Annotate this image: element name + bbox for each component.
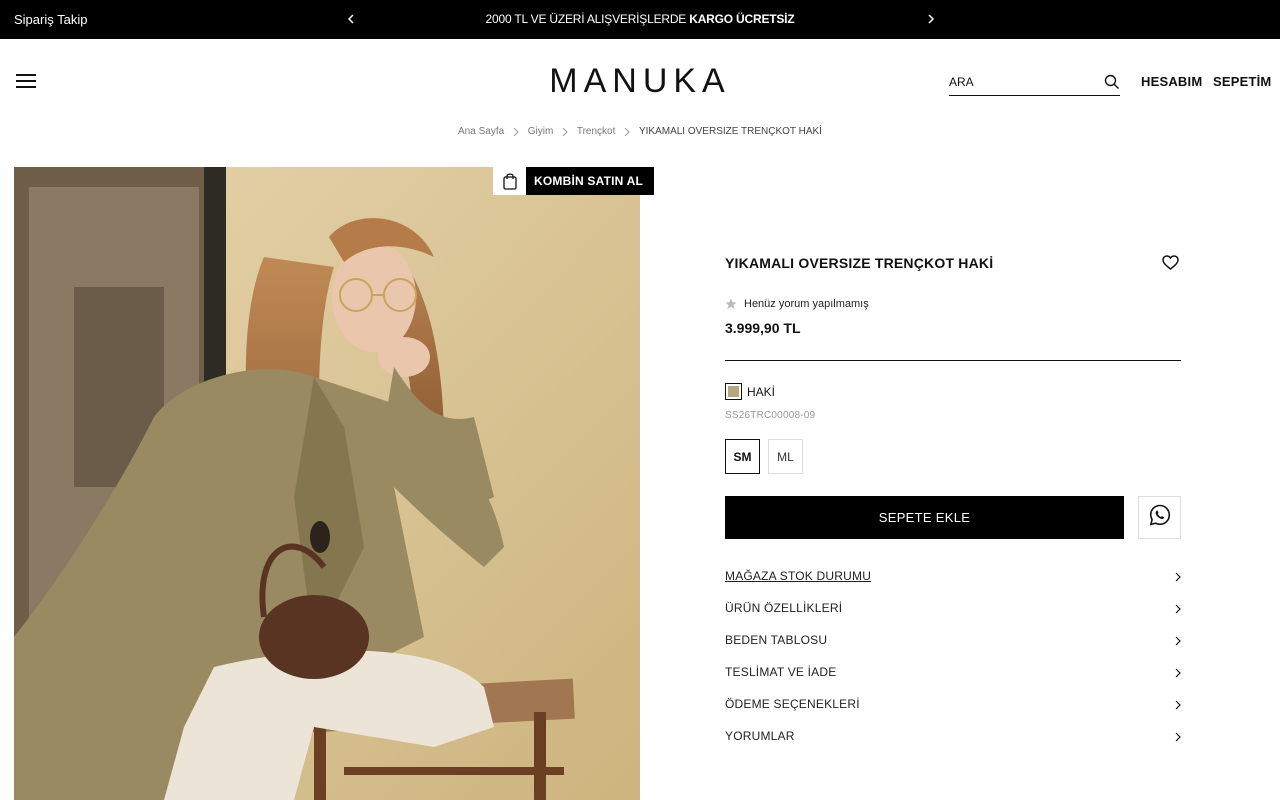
accordion-store-stock[interactable]: MAĞAZA STOK DURUMU xyxy=(725,566,1181,586)
accordion-label: ÜRÜN ÖZELLİKLERİ xyxy=(725,601,843,615)
announcement-bar: Sipariş Takip 2000 TL VE ÜZERİ ALIŞVERİŞ… xyxy=(0,0,1280,39)
breadcrumb: Ana Sayfa Giyim Trençkot YIKAMALI OVERSI… xyxy=(0,126,1280,137)
brand-logo[interactable]: MANUKA xyxy=(520,62,760,101)
accordion-label: MAĞAZA STOK DURUMU xyxy=(725,569,872,583)
accordion-label: TESLİMAT VE İADE xyxy=(725,665,837,679)
cart-link[interactable]: SEPETİM xyxy=(1213,74,1271,89)
size-option-sm[interactable]: SM xyxy=(725,439,760,474)
rating-text: Henüz yorum yapılmamış xyxy=(744,298,869,310)
product-price: 3.999,90 TL xyxy=(725,320,801,336)
accordion-delivery-returns[interactable]: TESLİMAT VE İADE xyxy=(725,662,1181,682)
search-input[interactable] xyxy=(949,72,1089,92)
chevron-right-icon xyxy=(1175,667,1181,678)
rating-summary: Henüz yorum yapılmamış xyxy=(725,298,869,310)
accordion-payment-options[interactable]: ÖDEME SEÇENEKLERİ xyxy=(725,694,1181,714)
add-to-cart-button[interactable]: SEPETE EKLE xyxy=(725,496,1124,539)
announcement-text: 2000 TL VE ÜZERİ ALIŞVERİŞLERDE xyxy=(485,12,687,26)
breadcrumb-clothing[interactable]: Giyim xyxy=(528,126,554,137)
color-option[interactable]: HAKİ xyxy=(725,383,775,400)
account-link[interactable]: HESABIM xyxy=(1141,74,1202,89)
search-icon[interactable] xyxy=(1104,74,1120,90)
chevron-right-icon xyxy=(1175,571,1181,582)
product-title: YIKAMALI OVERSIZE TRENÇKOT HAKİ xyxy=(725,255,994,271)
shopping-bag-icon xyxy=(493,167,526,195)
whatsapp-icon xyxy=(1149,504,1171,531)
color-swatch[interactable] xyxy=(725,383,742,400)
product-sku: SS26TRC00008-09 xyxy=(725,410,816,421)
accordion-reviews[interactable]: YORUMLAR xyxy=(725,726,1181,746)
buy-combo-button[interactable]: KOMBİN SATIN AL xyxy=(493,167,654,195)
announcement-message: 2000 TL VE ÜZERİ ALIŞVERİŞLERDE KARGO ÜC… xyxy=(360,12,920,26)
chevron-right-icon xyxy=(624,127,630,137)
chevron-right-icon xyxy=(1175,731,1181,742)
order-tracking-link[interactable]: Sipariş Takip xyxy=(14,12,87,27)
breadcrumb-home[interactable]: Ana Sayfa xyxy=(458,126,504,137)
divider xyxy=(725,360,1181,361)
accordion-label: ÖDEME SEÇENEKLERİ xyxy=(725,697,860,711)
chevron-left-icon[interactable] xyxy=(344,10,358,28)
chevron-right-icon[interactable] xyxy=(924,10,938,28)
color-name: HAKİ xyxy=(747,384,776,399)
chevron-right-icon xyxy=(1175,699,1181,710)
size-option-ml[interactable]: ML xyxy=(768,439,803,474)
accordion-label: BEDEN TABLOSU xyxy=(725,633,828,647)
whatsapp-button[interactable] xyxy=(1138,496,1181,539)
star-icon xyxy=(725,298,737,310)
chevron-right-icon xyxy=(562,127,568,137)
heart-icon[interactable] xyxy=(1162,255,1179,270)
chevron-right-icon xyxy=(1175,603,1181,614)
accordion-size-chart[interactable]: BEDEN TABLOSU xyxy=(725,630,1181,650)
accordion-product-features[interactable]: ÜRÜN ÖZELLİKLERİ xyxy=(725,598,1181,618)
hamburger-menu-icon[interactable] xyxy=(16,74,36,90)
search-bar xyxy=(949,72,1120,96)
buy-combo-label: KOMBİN SATIN AL xyxy=(526,167,654,195)
chevron-right-icon xyxy=(1175,635,1181,646)
accordion-label: YORUMLAR xyxy=(725,729,795,743)
breadcrumb-trenchcoat[interactable]: Trençkot xyxy=(577,126,616,137)
announcement-highlight: KARGO ÜCRETSİZ xyxy=(689,12,795,26)
chevron-right-icon xyxy=(513,127,519,137)
breadcrumb-current: YIKAMALI OVERSIZE TRENÇKOT HAKİ xyxy=(638,126,822,137)
product-photo[interactable] xyxy=(14,167,640,800)
